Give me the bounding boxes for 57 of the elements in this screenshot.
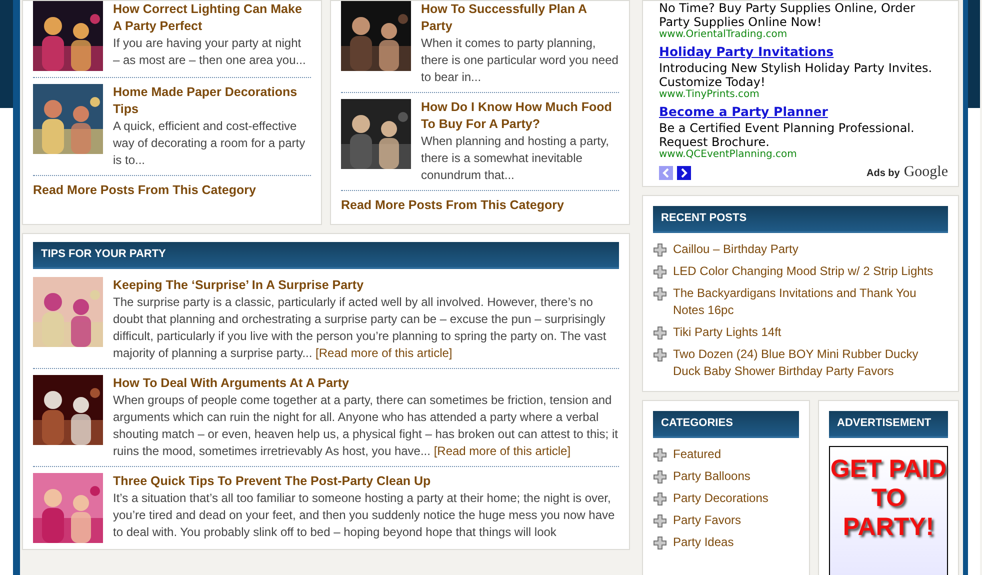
section-header: RECENT POSTS (653, 206, 948, 233)
ad-next-button[interactable] (677, 166, 691, 180)
plus-icon (653, 348, 667, 362)
section-header: TIPS FOR YOUR PARTY (33, 242, 619, 269)
post-excerpt: When groups of people come together at a party, there can sometimes be friction, tension and arguments which can ruin the night for all. Anyone who has attended a party where a verbal shouting match – or even, heaven help us, a physical fight – has broken out can attest to this; it ruins the mood, sometimes irretrievably As host, you have... [Read more of this article] (113, 392, 619, 460)
post-title[interactable]: Three Quick Tips To Prevent The Post-Party Clean Up (113, 473, 619, 490)
list-link[interactable]: The Backyardigans Invitations and Thank You Notes 16pc (673, 285, 948, 319)
post-title[interactable]: How To Successfully Plan A Party (421, 1, 619, 35)
post-title[interactable]: How Correct Lighting Can Make A Party Perfect (113, 1, 311, 35)
list-link[interactable]: LED Color Changing Mood Strip w/ 2 Strip Lights (673, 263, 934, 280)
plus-icon (653, 287, 667, 301)
post-title[interactable]: Home Made Paper Decorations Tips (113, 84, 311, 118)
post-excerpt: When it comes to party planning, there is one particular word you need to bear in... (421, 35, 619, 86)
ad-text: No Time? Buy Party Supplies Online, Order Party Supplies Online Now! (659, 1, 916, 29)
plus-icon (653, 326, 667, 340)
plus-icon (653, 265, 667, 279)
ad-url[interactable]: www.TinyPrints.com (659, 89, 948, 101)
plus-icon (653, 470, 667, 484)
list-link[interactable]: Caillou – Birthday Party (673, 241, 798, 258)
list-link[interactable]: Party Decorations (673, 490, 768, 507)
post-excerpt: A quick, efficient and cost-effective way of decorating a room for a party is to... (113, 118, 306, 169)
plus-icon (653, 492, 667, 506)
ad-title[interactable]: Become a Party Planner (659, 105, 828, 119)
read-more-link[interactable]: [Read more of this article] (434, 444, 571, 458)
banner-text: PARTY! (842, 513, 936, 542)
post-excerpt: The surprise party is a classic, particularly if acted well by all involved. However, there’s no doubt that planning and orchestrating a surprise party can be – excuse the pun – surprisingly difficult, particularly if you live with the person you’re planning to spring the party on. The vast majority of planning a surprise party... [Read more of this article] (113, 294, 608, 362)
plus-icon (653, 514, 667, 528)
plus-icon (653, 243, 667, 257)
ad-text: Introducing New Stylish Holiday Party Invites. Customize Today! (659, 61, 934, 89)
ad-text: Be a Certified Event Planning Professional. Request Brochure. (659, 121, 916, 149)
list-link[interactable]: Party Favors (673, 512, 742, 529)
ad-banner[interactable]: GET PAID TO PARTY! (829, 446, 948, 575)
post-excerpt: When planning and hosting a party, there is a somewhat inevitable conundrum that... (421, 133, 610, 184)
plus-icon (653, 448, 667, 462)
ad-url[interactable]: www.OrientalTrading.com (659, 29, 948, 41)
post-title[interactable]: How Do I Know How Much Food To Buy For A Party? (421, 99, 619, 133)
ads-by-label[interactable]: Ads by (866, 165, 900, 182)
list-link[interactable]: Party Balloons (673, 468, 750, 485)
read-more-link[interactable]: Read More Posts From This Category (341, 197, 564, 214)
google-label[interactable]: Google (904, 164, 948, 181)
ad-title[interactable]: Holiday Party Invitations (659, 45, 834, 59)
plus-icon (653, 536, 667, 550)
post-excerpt: It’s a situation that’s all too familiar to someone hosting a party at their home; the night is over, you’re tired and dead on your feet, and then you suddenly notice the huge mess you now have to deal with. You probably slink off to bed – hoping beyond hope that things will look (113, 490, 616, 541)
list-link[interactable]: Party Ideas (673, 534, 734, 551)
section-header: ADVERTISEMENT (829, 411, 948, 438)
ad-url[interactable]: www.QCEventPlanning.com (659, 149, 948, 161)
list-link[interactable]: Two Dozen (24) Blue BOY Mini Rubber Ducky Duck Baby Shower Birthday Party Favors (673, 346, 948, 380)
section-header: CATEGORIES (653, 411, 799, 438)
banner-text: GET PAID (830, 455, 947, 484)
banner-text: TO (870, 484, 907, 513)
post-title[interactable]: Keeping The ‘Surprise’ In A Surprise Party (113, 277, 619, 294)
post-title[interactable]: How To Deal With Arguments At A Party (113, 375, 619, 392)
read-more-link[interactable]: [Read more of this article] (316, 346, 452, 360)
list-link[interactable]: Featured (673, 446, 722, 463)
list-link[interactable]: Tiki Party Lights 14ft (673, 324, 782, 341)
read-more-link[interactable]: Read More Posts From This Category (33, 182, 256, 199)
post-excerpt: If you are having your party at night – as most are – then one area you... (113, 35, 307, 69)
